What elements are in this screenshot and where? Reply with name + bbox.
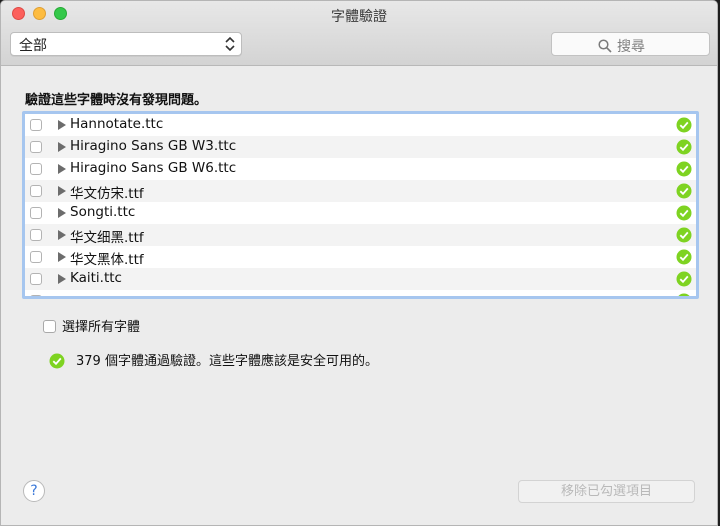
window-title: 字體驗證: [331, 9, 387, 25]
validation-status: 379 個字體通過驗證。這些字體應該是安全可用的。: [49, 350, 378, 369]
font-name: Hannotate.ttc: [70, 116, 164, 132]
font-name: 华文细黑.ttf: [70, 230, 144, 246]
green-check-circle-icon: [676, 271, 692, 287]
remove-checked-button[interactable]: 移除已勾選項目: [518, 480, 695, 503]
font-checkbox[interactable]: [30, 141, 42, 153]
green-check-circle-icon: [676, 161, 692, 177]
font-checkbox[interactable]: [30, 251, 42, 263]
font-name: 华文黑体.ttf: [70, 252, 144, 268]
font-checkbox[interactable]: [30, 207, 42, 219]
select-all-label: 選擇所有字體: [62, 320, 141, 335]
font-validation-window: 字體驗證 全部 搜尋 驗證這些字體時沒有發現問題。 Hannotate.ttc: [0, 0, 718, 526]
select-all-checkbox-box[interactable]: [43, 320, 56, 333]
font-checkbox[interactable]: [30, 185, 42, 197]
disclosure-triangle-icon[interactable]: [58, 120, 66, 130]
font-name: 华文仿宋.ttf: [70, 186, 144, 202]
select-all-fonts-checkbox[interactable]: 選擇所有字體: [43, 316, 140, 335]
status-text: 379 個字體通過驗證。這些字體應該是安全可用的。: [76, 354, 378, 369]
search-button[interactable]: 搜尋: [551, 32, 710, 56]
font-row[interactable]: 华文黑体.ttf: [25, 246, 696, 268]
green-check-circle-icon: [676, 205, 692, 221]
font-row[interactable]: Songti.ttc: [25, 202, 696, 224]
font-row[interactable]: Kaiti.ttc: [25, 268, 696, 290]
green-check-circle-icon: [49, 353, 65, 369]
font-name: Hiragino Sans GB W6.ttc: [70, 160, 237, 176]
disclosure-triangle-icon[interactable]: [58, 208, 66, 218]
font-list[interactable]: Hannotate.ttc Hiragino Sans GB W3.ttc Hi…: [22, 111, 699, 299]
validation-heading: 驗證這些字體時沒有發現問題。: [25, 93, 208, 108]
font-checkbox[interactable]: [30, 229, 42, 241]
font-checkbox[interactable]: [30, 273, 42, 285]
green-check-circle-icon: [676, 139, 692, 155]
font-name: Songti.ttc: [70, 204, 136, 220]
font-row[interactable]: 华文仿宋.ttf: [25, 180, 696, 202]
magnifier-icon: [598, 39, 612, 53]
font-checkbox[interactable]: [30, 295, 42, 296]
font-row-partial[interactable]: [25, 290, 696, 299]
green-check-circle-icon: [676, 227, 692, 243]
font-row[interactable]: Hannotate.ttc: [25, 114, 696, 136]
help-button[interactable]: ?: [23, 480, 45, 502]
disclosure-triangle-icon[interactable]: [58, 164, 66, 174]
font-name: Kaiti.ttc: [70, 270, 122, 286]
search-label: 搜尋: [617, 39, 645, 55]
font-checkbox[interactable]: [30, 119, 42, 131]
disclosure-triangle-icon[interactable]: [58, 296, 66, 299]
font-row[interactable]: Hiragino Sans GB W6.ttc: [25, 158, 696, 180]
disclosure-triangle-icon[interactable]: [58, 142, 66, 152]
up-down-chevron-icon: [225, 36, 235, 52]
font-row[interactable]: 华文细黑.ttf: [25, 224, 696, 246]
green-check-circle-icon: [676, 117, 692, 133]
green-check-circle-icon: [676, 249, 692, 265]
disclosure-triangle-icon[interactable]: [58, 274, 66, 284]
font-checkbox[interactable]: [30, 163, 42, 175]
disclosure-triangle-icon[interactable]: [58, 230, 66, 240]
disclosure-triangle-icon[interactable]: [58, 186, 66, 196]
font-name: Hiragino Sans GB W3.ttc: [70, 138, 237, 154]
font-row[interactable]: Hiragino Sans GB W3.ttc: [25, 136, 696, 158]
green-check-circle-icon: [676, 183, 692, 199]
disclosure-triangle-icon[interactable]: [58, 252, 66, 262]
green-check-circle-icon: [678, 293, 690, 296]
filter-selected-value: 全部: [19, 38, 47, 54]
title-bar: 字體驗證 全部 搜尋: [1, 1, 717, 66]
filter-popup[interactable]: 全部: [10, 32, 242, 56]
